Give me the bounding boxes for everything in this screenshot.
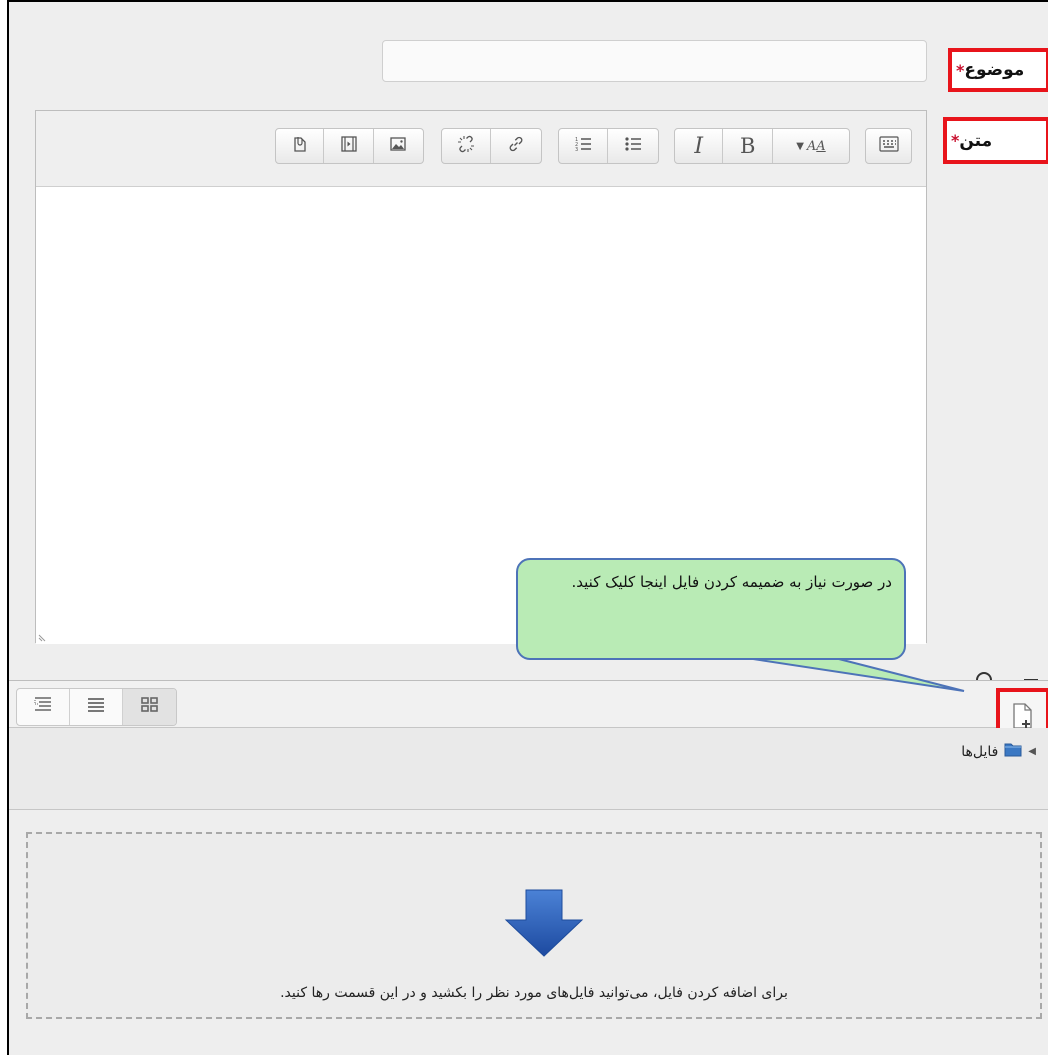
manage-files-button[interactable] — [276, 129, 325, 163]
italic-icon: I — [694, 133, 704, 159]
breadcrumb-files[interactable]: فایل‌ها — [961, 744, 998, 760]
insert-image-button[interactable] — [374, 129, 423, 163]
bold-icon: B — [739, 134, 756, 158]
grid-view-button[interactable] — [123, 689, 176, 725]
subject-input[interactable] — [382, 40, 927, 82]
form-frame: موضوع * متن * — [7, 0, 1048, 1055]
message-label: متن * — [943, 117, 1048, 164]
chevron-down-icon: ▼ — [796, 140, 804, 152]
filepicker-toolbar — [9, 680, 1048, 728]
subject-label: موضوع * — [948, 48, 1048, 92]
font-color-icon: AA — [806, 138, 826, 154]
toolbar-group-more — [865, 128, 912, 164]
chevron-left-icon[interactable]: ◀ — [1028, 746, 1036, 757]
unordered-list-icon — [624, 135, 642, 157]
grid-view-icon — [140, 696, 160, 718]
link-icon — [507, 135, 525, 157]
font-color-button[interactable]: ▼ AA — [773, 129, 849, 163]
ordered-list-button[interactable]: 123 — [559, 129, 609, 163]
toolbar-group-lists: 123 — [558, 128, 659, 164]
drop-arrow-icon — [504, 888, 584, 962]
unlink-icon — [457, 135, 475, 157]
required-mark: * — [951, 131, 960, 150]
italic-button[interactable]: I — [675, 129, 724, 163]
link-button[interactable] — [491, 129, 541, 163]
show-more-icon — [878, 136, 899, 156]
bold-button[interactable]: B — [723, 129, 773, 163]
tree-view-button[interactable] — [17, 689, 70, 725]
manage-files-icon — [291, 135, 309, 157]
show-more-button[interactable] — [866, 129, 911, 163]
message-label-text: متن — [959, 130, 993, 151]
svg-text:3: 3 — [575, 147, 578, 153]
folder-icon — [1004, 742, 1022, 761]
ordered-list-icon: 123 — [574, 135, 592, 157]
insert-media-button[interactable] — [324, 129, 374, 163]
drop-instructions: برای اضافه کردن فایل، می‌توانید فایل‌های… — [280, 985, 788, 1001]
help-callout: در صورت نیاز به ضمیمه کردن فایل اینجا کل… — [516, 558, 906, 660]
unlink-button[interactable] — [442, 129, 492, 163]
callout-text: در صورت نیاز به ضمیمه کردن فایل اینجا کل… — [571, 573, 892, 591]
file-drop-zone[interactable]: برای اضافه کردن فایل، می‌توانید فایل‌های… — [26, 832, 1042, 1019]
resize-handle-icon[interactable] — [38, 632, 48, 642]
list-view-button[interactable] — [70, 689, 123, 725]
tree-view-icon — [33, 696, 53, 718]
toolbar-group-links — [441, 128, 542, 164]
subject-label-text: موضوع — [964, 60, 1025, 80]
toolbar-group-insert — [275, 128, 424, 164]
media-icon — [340, 135, 358, 157]
editor-toolbar: 123 I B ▼ AA — [36, 111, 926, 187]
toolbar-group-format: I B ▼ AA — [674, 128, 850, 164]
image-icon — [389, 135, 407, 157]
list-view-icon — [86, 696, 106, 718]
breadcrumb: ◀ فایل‌ها — [961, 742, 1036, 761]
view-switcher — [16, 688, 177, 726]
required-mark: * — [956, 60, 965, 80]
filepicker-path-bar: ◀ فایل‌ها — [9, 728, 1048, 810]
unordered-list-button[interactable] — [608, 129, 658, 163]
